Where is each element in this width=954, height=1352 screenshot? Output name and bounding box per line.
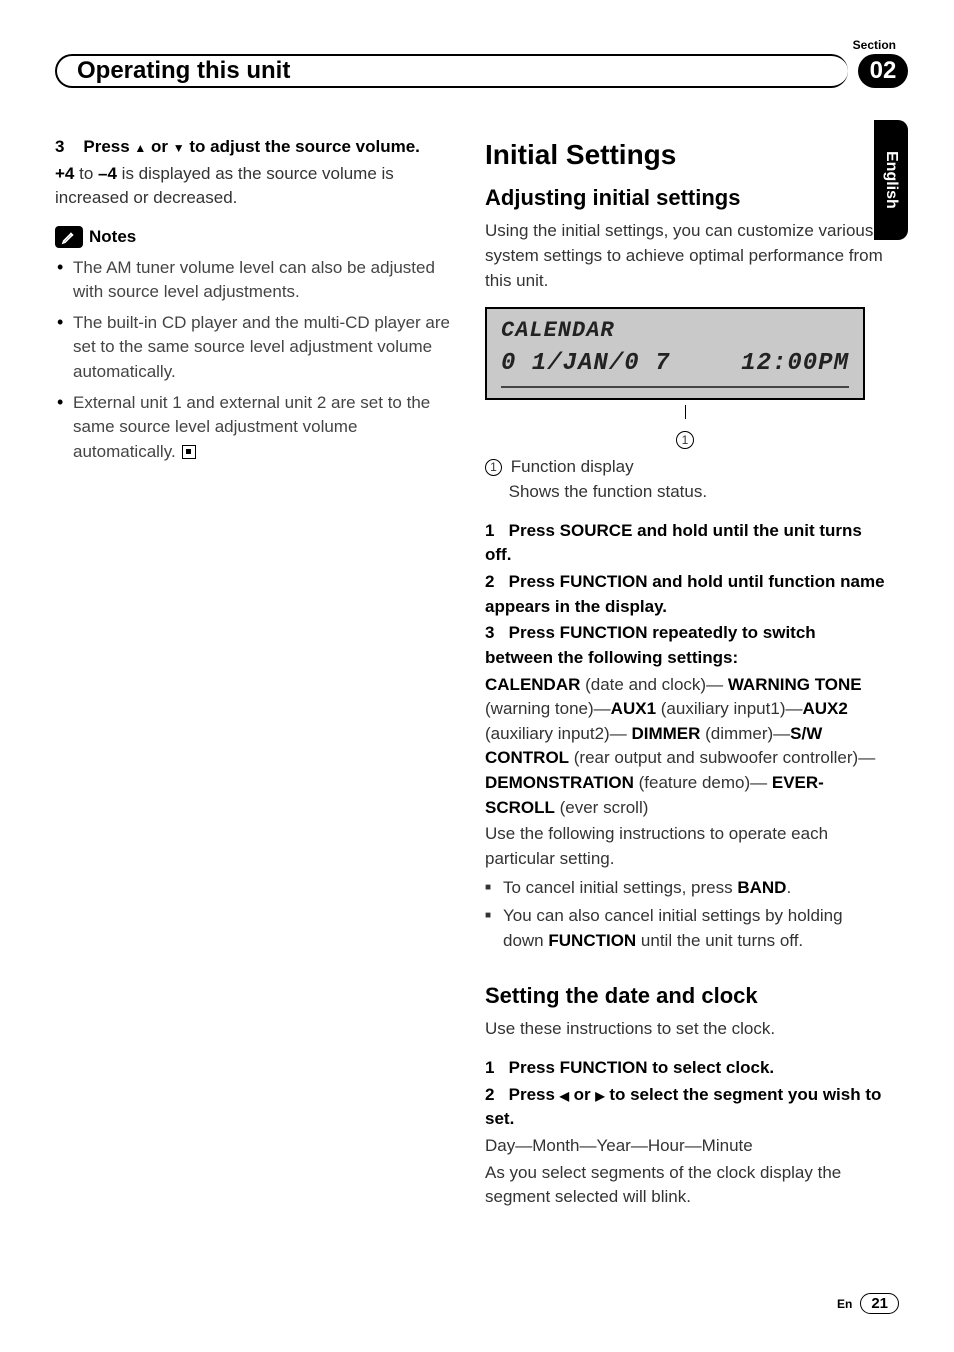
text: Press [83, 137, 134, 156]
pencil-icon [55, 226, 83, 248]
text: until the unit turns off. [636, 931, 803, 950]
title-bar: Operating this unit [55, 54, 848, 88]
segments-list: Day—Month—Year—Hour—Minute [485, 1134, 885, 1159]
down-triangle-icon [173, 137, 185, 156]
right-column: Initial Settings Adjusting initial setti… [485, 135, 885, 1224]
notes-heading: Notes [55, 225, 455, 250]
step-number: 2 [485, 1085, 494, 1104]
text: To cancel initial settings, press [503, 878, 737, 897]
manual-page: Section 02 Operating this unit English 3… [0, 0, 954, 1352]
heading-clock: Setting the date and clock [485, 980, 885, 1012]
lcd-display-figure: CALENDAR 0 1/JAN/0 7 12:00PM 1 [485, 307, 885, 451]
setting-demonstration: DEMONSTRATION [485, 773, 634, 792]
step-number: 3 [55, 137, 64, 156]
note-item: The built-in CD player and the multi-CD … [73, 311, 455, 385]
note-item: The AM tuner volume level can also be ad… [73, 256, 455, 305]
heading-adjusting: Adjusting initial settings [485, 182, 885, 214]
text: to [74, 164, 98, 183]
setting-aux1: AUX1 [611, 699, 656, 718]
callout-text: Shows the function status. [509, 482, 707, 501]
text: External unit 1 and external unit 2 are … [73, 393, 430, 461]
footer-lang: En [837, 1297, 852, 1311]
left-step3: 3 Press or to adjust the source volume. [55, 135, 455, 160]
text: (warning tone)— [485, 699, 611, 718]
lcd-date: 0 1/JAN/0 7 [501, 347, 670, 382]
circled-1-icon: 1 [485, 459, 502, 476]
setting-aux2: AUX2 [802, 699, 847, 718]
text: or [569, 1085, 595, 1104]
text: Press SOURCE and hold until the unit tur… [485, 521, 862, 565]
function-key: FUNCTION [548, 931, 636, 950]
callout-number-icon: 1 [676, 431, 694, 449]
up-triangle-icon [134, 137, 146, 156]
left-body: +4 to –4 is displayed as the source volu… [55, 162, 455, 211]
notes-list: The AM tuner volume level can also be ad… [55, 256, 455, 465]
lcd-screen: CALENDAR 0 1/JAN/0 7 12:00PM [485, 307, 865, 400]
band-key: BAND [737, 878, 786, 897]
cancel-note-1: To cancel initial settings, press BAND. [503, 876, 885, 901]
text: Press FUNCTION to select clock. [509, 1058, 774, 1077]
setting-dimmer: DIMMER [631, 724, 700, 743]
use-following: Use the following instructions to operat… [485, 822, 885, 871]
r-step3: 3 Press FUNCTION repeatedly to switch be… [485, 621, 885, 670]
callout-label: Function display [511, 457, 634, 476]
lcd-line1: CALENDAR [501, 315, 849, 347]
step-number: 1 [485, 521, 494, 540]
page-title: Operating this unit [77, 57, 290, 85]
lcd-line2: 0 1/JAN/0 7 12:00PM [501, 347, 849, 388]
segments-desc: As you select segments of the clock disp… [485, 1161, 885, 1210]
step-number: 2 [485, 572, 494, 591]
callout-desc: 1 Function display Shows the function st… [485, 455, 885, 504]
text: or [146, 137, 172, 156]
left-column: 3 Press or to adjust the source volume. … [55, 135, 455, 1224]
setting-calendar: CALENDAR [485, 675, 580, 694]
page-footer: En 21 [837, 1293, 899, 1314]
footer-page-number: 21 [860, 1293, 899, 1314]
cancel-note-2: You can also cancel initial settings by … [503, 904, 885, 953]
end-square-icon [182, 445, 196, 459]
text: (dimmer)— [700, 724, 790, 743]
cancel-notes: To cancel initial settings, press BAND. … [485, 876, 885, 954]
text: (date and clock)— [580, 675, 723, 694]
value-minus4: –4 [98, 164, 117, 183]
text: . [786, 878, 791, 897]
callout-pointer: 1 [485, 402, 885, 451]
settings-list: CALENDAR (date and clock)— WARNING TONE … [485, 673, 885, 821]
c-step2: 2 Press or to select the segment you wis… [485, 1083, 885, 1132]
notes-label: Notes [89, 225, 136, 250]
value-plus4: +4 [55, 164, 74, 183]
text: (feature demo)— [634, 773, 767, 792]
section-label: Section [853, 38, 896, 52]
text: to adjust the source volume. [185, 137, 420, 156]
note-item: External unit 1 and external unit 2 are … [73, 391, 455, 465]
text: Press FUNCTION repeatedly to switch betw… [485, 623, 816, 667]
right-triangle-icon [595, 1085, 604, 1104]
intro-text: Using the initial settings, you can cust… [485, 219, 885, 293]
setting-warning-tone: WARNING TONE [728, 675, 862, 694]
c-step1: 1 Press FUNCTION to select clock. [485, 1056, 885, 1081]
text: (rear output and subwoofer controller)— [569, 748, 875, 767]
section-number-badge: 02 [858, 54, 908, 88]
clock-intro: Use these instructions to set the clock. [485, 1017, 885, 1042]
text: Press [509, 1085, 560, 1104]
heading-initial-settings: Initial Settings [485, 135, 885, 176]
text: (auxiliary input2)— [485, 724, 627, 743]
text: (auxiliary input1)— [656, 699, 802, 718]
text: (ever scroll) [555, 798, 649, 817]
r-step1: 1 Press SOURCE and hold until the unit t… [485, 519, 885, 568]
left-triangle-icon [560, 1085, 569, 1104]
lcd-time: 12:00PM [741, 347, 849, 382]
text: Press FUNCTION and hold until function n… [485, 572, 885, 616]
step-number: 1 [485, 1058, 494, 1077]
r-step2: 2 Press FUNCTION and hold until function… [485, 570, 885, 619]
step-number: 3 [485, 623, 494, 642]
